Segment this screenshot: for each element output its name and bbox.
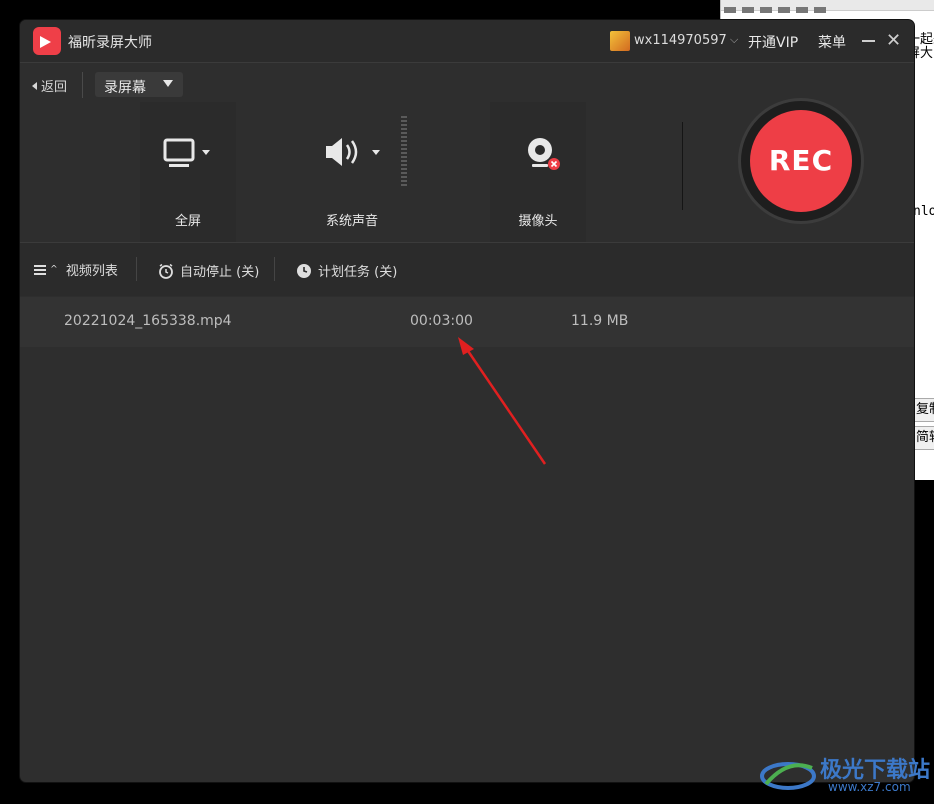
watermark: 极光下载站 www.xz7.com (758, 750, 930, 800)
annotation-arrow (458, 337, 547, 465)
watermark-url: www.xz7.com (828, 780, 911, 794)
watermark-logo-icon (760, 762, 816, 790)
